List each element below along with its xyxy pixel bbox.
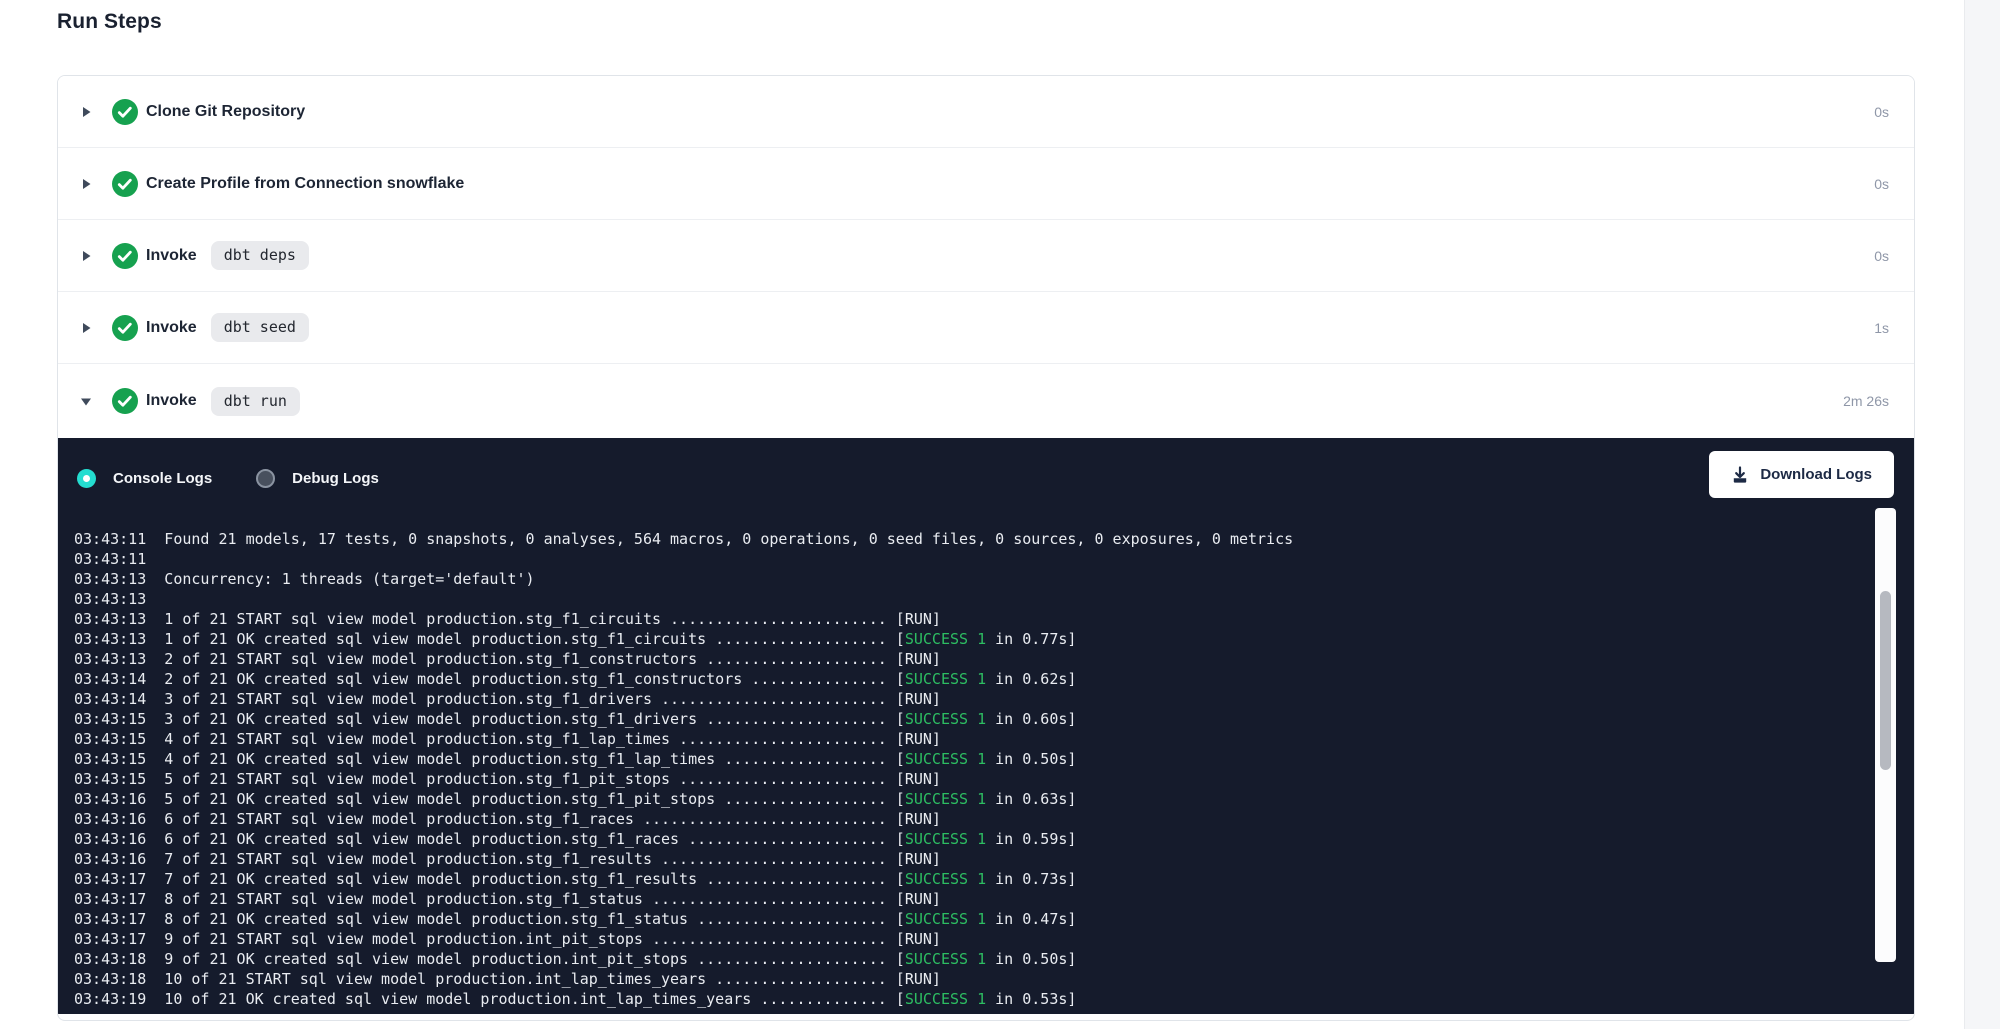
- log-line: 03:43:13 1 of 21 OK created sql view mod…: [74, 629, 1870, 649]
- step-command-badge: dbt run: [211, 387, 300, 416]
- step-command-badge: dbt deps: [211, 241, 309, 270]
- log-panel: Console Logs Debug Logs Download Logs 03…: [58, 438, 1914, 1014]
- step-title: Invoke: [146, 392, 197, 410]
- run-steps-list: Clone Git Repository0sCreate Profile fro…: [58, 76, 1914, 438]
- log-line: 03:43:15 3 of 21 OK created sql view mod…: [74, 709, 1870, 729]
- log-line: 03:43:18 10 of 21 START sql view model p…: [74, 969, 1870, 989]
- step-duration: 0s: [1874, 248, 1889, 264]
- step-duration: 0s: [1874, 176, 1889, 192]
- log-line: 03:43:14 3 of 21 START sql view model pr…: [74, 689, 1870, 709]
- check-circle-icon: [112, 388, 138, 414]
- log-line: 03:43:17 8 of 21 OK created sql view mod…: [74, 909, 1870, 929]
- run-step-row[interactable]: Invoke dbt deps 0s: [58, 220, 1914, 292]
- log-line: 03:43:15 5 of 21 START sql view model pr…: [74, 769, 1870, 789]
- chevron-right-icon[interactable]: [79, 249, 93, 263]
- check-circle-icon: [112, 243, 138, 269]
- check-circle-icon: [112, 171, 138, 197]
- step-title: Invoke: [146, 319, 197, 337]
- step-title: Invoke: [146, 247, 197, 265]
- log-line: 03:43:17 8 of 21 START sql view model pr…: [74, 889, 1870, 909]
- run-step-row[interactable]: Invoke dbt run 2m 26s: [58, 364, 1914, 438]
- step-duration: 0s: [1874, 104, 1889, 120]
- debug-logs-radio[interactable]: [256, 469, 275, 488]
- log-line: 03:43:15 4 of 21 OK created sql view mod…: [74, 749, 1870, 769]
- log-line: 03:43:19 10 of 21 OK created sql view mo…: [74, 989, 1870, 1008]
- run-step-row[interactable]: Clone Git Repository 0s: [58, 76, 1914, 148]
- chevron-down-icon[interactable]: [79, 394, 93, 408]
- step-title: Clone Git Repository: [146, 103, 305, 121]
- log-line: 03:43:13 Concurrency: 1 threads (target=…: [74, 569, 1870, 589]
- page-background-strip: [1964, 0, 2000, 1029]
- log-line: 03:43:11 Found 21 models, 17 tests, 0 sn…: [74, 529, 1870, 549]
- step-duration: 2m 26s: [1843, 393, 1889, 409]
- check-circle-icon: [112, 315, 138, 341]
- chevron-right-icon[interactable]: [79, 177, 93, 191]
- console-logs-radio[interactable]: [77, 469, 96, 488]
- log-line: 03:43:14 2 of 21 OK created sql view mod…: [74, 669, 1870, 689]
- download-logs-button[interactable]: Download Logs: [1709, 451, 1894, 498]
- log-line: 03:43:16 5 of 21 OK created sql view mod…: [74, 789, 1870, 809]
- log-line: 03:43:15 4 of 21 START sql view model pr…: [74, 729, 1870, 749]
- chevron-right-icon[interactable]: [79, 105, 93, 119]
- console-logs-label[interactable]: Console Logs: [113, 470, 212, 487]
- log-line: 03:43:13: [74, 589, 1870, 609]
- log-line: 03:43:13 1 of 21 START sql view model pr…: [74, 609, 1870, 629]
- console-log-output: 03:43:11 Found 21 models, 17 tests, 0 sn…: [74, 496, 1870, 1008]
- download-icon: [1731, 466, 1749, 484]
- chevron-right-icon[interactable]: [79, 321, 93, 335]
- run-step-row[interactable]: Invoke dbt seed 1s: [58, 292, 1914, 364]
- download-logs-label: Download Logs: [1760, 466, 1872, 483]
- log-line: 03:43:17 7 of 21 OK created sql view mod…: [74, 869, 1870, 889]
- check-circle-icon: [112, 99, 138, 125]
- run-step-row[interactable]: Create Profile from Connection snowflake…: [58, 148, 1914, 220]
- debug-logs-label[interactable]: Debug Logs: [292, 470, 379, 487]
- step-duration: 1s: [1874, 320, 1889, 336]
- log-line: 03:43:17 9 of 21 START sql view model pr…: [74, 929, 1870, 949]
- step-command-badge: dbt seed: [211, 313, 309, 342]
- log-line: 03:43:11: [74, 549, 1870, 569]
- run-steps-card: Clone Git Repository0sCreate Profile fro…: [57, 75, 1915, 1021]
- log-tabs: Console Logs Debug Logs: [77, 469, 379, 488]
- log-scrollbar-track[interactable]: [1875, 508, 1896, 962]
- log-line: 03:43:16 6 of 21 START sql view model pr…: [74, 809, 1870, 829]
- log-line: 03:43:18 9 of 21 OK created sql view mod…: [74, 949, 1870, 969]
- page-title: Run Steps: [57, 10, 162, 34]
- log-line: 03:43:13 2 of 21 START sql view model pr…: [74, 649, 1870, 669]
- step-title: Create Profile from Connection snowflake: [146, 175, 464, 193]
- log-scrollbar-thumb[interactable]: [1880, 591, 1891, 770]
- log-line: 03:43:16 6 of 21 OK created sql view mod…: [74, 829, 1870, 849]
- log-line: 03:43:16 7 of 21 START sql view model pr…: [74, 849, 1870, 869]
